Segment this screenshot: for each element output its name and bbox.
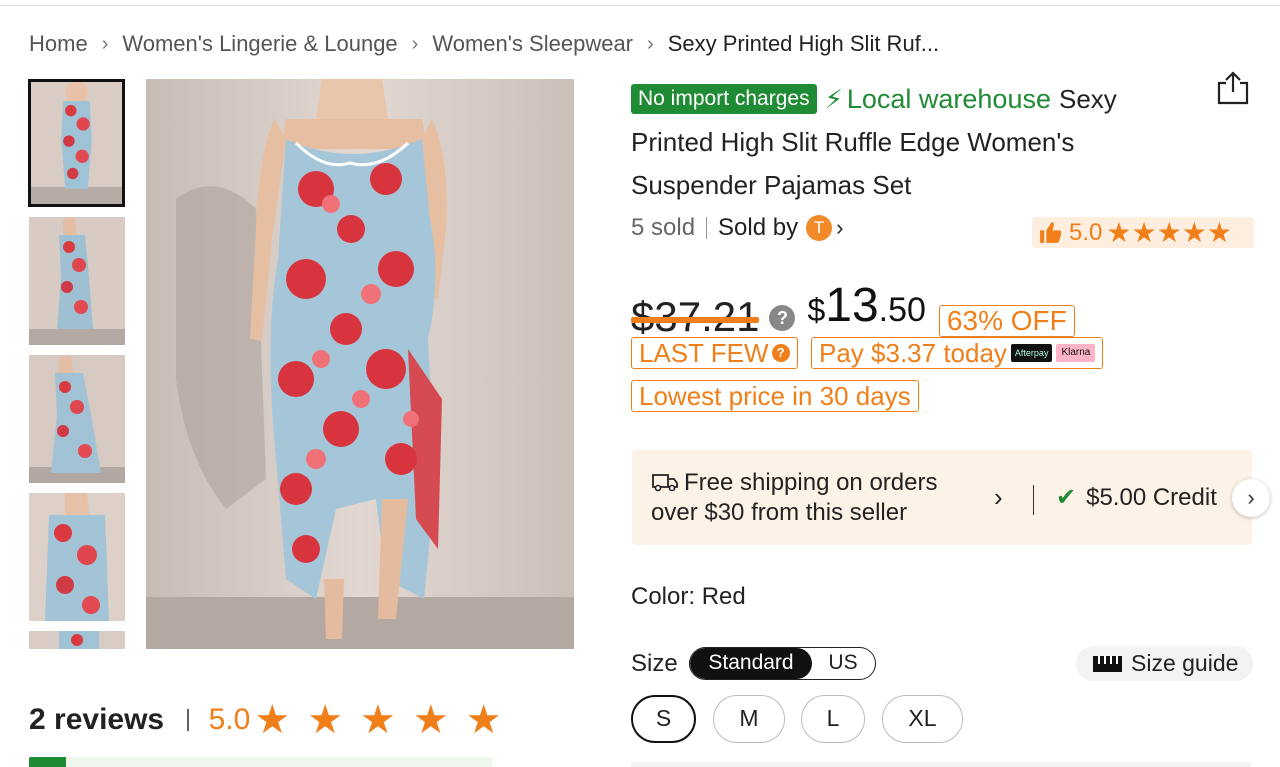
chevron-right-icon[interactable]: › [994, 482, 1003, 513]
breadcrumb-current: Sexy Printed High Slit Ruf... [667, 31, 940, 56]
sold-by-label: Sold by [718, 214, 799, 241]
star-icon: ★ [1131, 216, 1157, 248]
sold-row: 5 sold Sold by T › [631, 214, 843, 242]
reviews-summary: 2 reviews 5.0 ★ ★ ★ ★ ★ [29, 700, 519, 740]
afterpay-logo: Afterpay [1010, 344, 1053, 362]
divider [706, 217, 708, 239]
star-icon: ★ [1106, 216, 1132, 248]
shipping-text: Free shipping on orders over $30 from th… [651, 469, 938, 526]
share-icon[interactable] [1216, 70, 1250, 106]
thumbnail-3[interactable] [29, 355, 125, 483]
size-option-m[interactable]: M [713, 695, 785, 743]
size-option-xl[interactable]: XL [882, 695, 963, 743]
klarna-logo: Klarna [1056, 344, 1096, 362]
breadcrumb-sleepwear[interactable]: Women's Sleepwear [432, 31, 633, 57]
star-icon: ★ [465, 698, 502, 742]
main-product-image[interactable] [146, 79, 574, 649]
help-icon[interactable]: ? [769, 305, 796, 331]
breadcrumb-home[interactable]: Home [29, 31, 88, 57]
size-system-standard[interactable]: Standard [690, 648, 812, 679]
star-icon: ★ [1181, 216, 1207, 248]
next-section-edge [631, 762, 1251, 767]
top-divider [0, 5, 1280, 6]
star-icon: ★ [360, 698, 396, 742]
size-guide-button[interactable]: Size guide [1076, 646, 1253, 681]
breadcrumb-lingerie[interactable]: Women's Lingerie & Lounge [122, 31, 397, 57]
size-system-us[interactable]: US [812, 648, 874, 679]
chevron-right-icon: › [411, 32, 419, 55]
rating-value: 5.0 [1069, 218, 1103, 246]
ruler-icon [1093, 655, 1122, 672]
star-icon: ★ [254, 698, 291, 742]
divider [1033, 485, 1034, 515]
thumbnail-4[interactable] [29, 493, 125, 621]
rating-chip[interactable]: 5.0 ★ ★ ★ ★ ★ [1032, 217, 1254, 248]
star-icon: ★ [412, 698, 449, 742]
chevron-right-icon: › [101, 32, 109, 55]
last-few-tag: LAST FEW? [631, 337, 798, 369]
thumbnail-5[interactable] [29, 631, 125, 649]
star-icon: ★ [1206, 216, 1232, 248]
thumbnail-2[interactable] [29, 217, 125, 345]
reviews-count: 2 reviews [29, 703, 165, 736]
product-title-block: No import charges ⚡︎ Local warehouse Sexy P… [631, 78, 1191, 207]
bolt-icon: ⚡︎ [824, 84, 843, 114]
discount-badge: 63% OFF [938, 305, 1075, 337]
chevron-right-icon: › [647, 32, 654, 55]
next-arrow-button[interactable]: › [1232, 479, 1270, 517]
size-system-toggle[interactable]: Standard US [689, 647, 876, 680]
help-icon[interactable]: ? [771, 344, 790, 362]
sold-count: 5 sold [631, 214, 696, 241]
color-label: Color: Red [631, 583, 746, 610]
store-avatar[interactable]: T [806, 215, 833, 241]
shipping-banner[interactable]: Free shipping on orders over $30 from th… [632, 450, 1252, 545]
no-import-charges-badge: No import charges [631, 84, 817, 114]
price-row: $37.21 ? $13.50 63% OFF [631, 282, 1075, 341]
lowest-price-tag: Lowest price in 30 days [631, 380, 919, 412]
size-option-s[interactable]: S [631, 695, 696, 743]
truck-icon [652, 474, 678, 492]
star-icon: ★ [307, 698, 344, 742]
local-warehouse-label: Local warehouse [846, 84, 1051, 114]
thumbnail-1[interactable] [28, 79, 125, 207]
sale-price: $13.50 [807, 279, 926, 332]
check-icon: ✔ [1056, 484, 1077, 511]
original-price: $37.21 [631, 293, 760, 341]
chevron-right-icon[interactable]: › [836, 215, 843, 241]
divider [187, 709, 189, 731]
review-verified-strip [29, 757, 492, 767]
star-icon: ★ [1156, 216, 1182, 248]
reviews-score: 5.0 [208, 703, 251, 736]
breadcrumb: Home › Women's Lingerie & Lounge › Women… [29, 31, 939, 57]
thumbs-up-icon [1040, 222, 1062, 243]
size-option-l[interactable]: L [801, 695, 865, 743]
size-label: Size [631, 650, 678, 677]
pay-today-tag[interactable]: Pay $3.37 today Afterpay Klarna [811, 337, 1104, 369]
credit-info[interactable]: ✔ $5.00 Credit [1056, 483, 1217, 512]
